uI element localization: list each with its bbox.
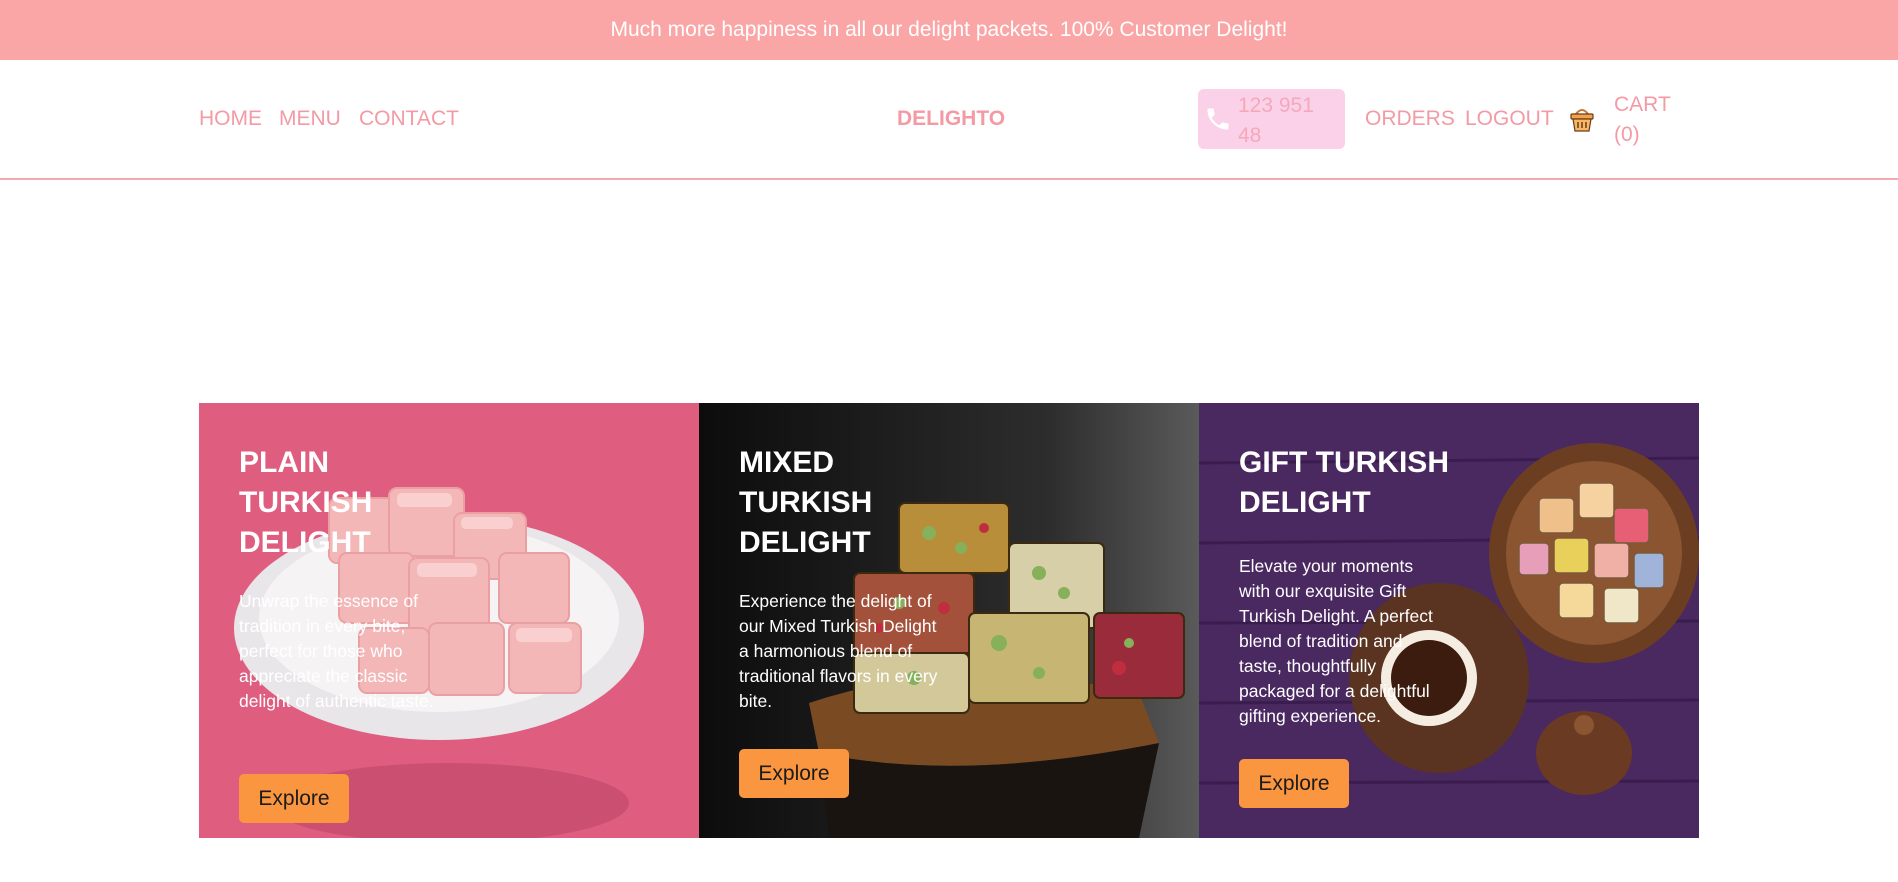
main-navbar: HOME MENU CONTACT DELIGHTO 123 951 48 OR… — [0, 60, 1898, 180]
nav-orders-link[interactable]: ORDERS — [1365, 107, 1455, 131]
card-title: GIFT TURKISH DELIGHT — [1239, 446, 1449, 519]
announcement-text: Much more happiness in all our delight p… — [610, 18, 1288, 41]
card-description: Elevate your moments with our exquisite … — [1239, 556, 1433, 726]
shopping-basket-icon[interactable] — [1568, 104, 1596, 134]
phone-number: 123 951 48 — [1238, 94, 1314, 147]
card-description: Experience the delight of our Mixed Turk… — [739, 591, 938, 711]
announcement-bar: Much more happiness in all our delight p… — [0, 0, 1898, 60]
card-title: MIXED TURKISH DELIGHT — [739, 446, 873, 559]
card-description: Unwrap the essence of tradition in every… — [239, 591, 434, 711]
cart-link[interactable]: CART (0) — [1614, 90, 1684, 150]
nav-logout-link[interactable]: LOGOUT — [1465, 107, 1554, 131]
nav-home-link[interactable]: HOME — [199, 107, 262, 131]
explore-button[interactable]: Explore — [739, 749, 849, 798]
explore-button[interactable]: Explore — [1239, 759, 1349, 808]
nav-contact-link[interactable]: CONTACT — [359, 107, 459, 131]
product-card-mixed: MIXED TURKISH DELIGHT Experience the del… — [699, 403, 1199, 838]
product-cards: PLAIN TURKISH DELIGHT Unwrap the essence… — [199, 403, 1699, 838]
product-card-gift: GIFT TURKISH DELIGHT Elevate your moment… — [1199, 403, 1699, 838]
card-title: PLAIN TURKISH DELIGHT — [239, 446, 373, 559]
phone-icon — [1207, 108, 1229, 130]
explore-button[interactable]: Explore — [239, 774, 349, 823]
nav-menu-link[interactable]: MENU — [279, 107, 341, 131]
product-card-plain: PLAIN TURKISH DELIGHT Unwrap the essence… — [199, 403, 699, 838]
brand-logo[interactable]: DELIGHTO — [897, 107, 1005, 131]
phone-button[interactable]: 123 951 48 — [1198, 89, 1345, 149]
